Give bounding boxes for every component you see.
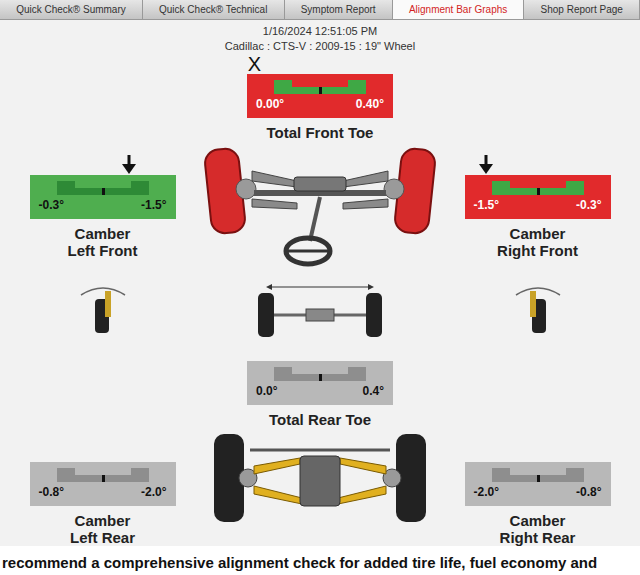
tab[interactable]: Shop Report Page [524,0,640,19]
recommendation-text: recommend a comprehensive alignment chec… [0,546,640,575]
vehicle: Cadillac : CTS-V : 2009-15 : 19" Wheel [0,39,640,54]
max-value: -2.0° [141,485,166,499]
front-toe-gauge: X 0.00° 0.40° Total Front Toe [247,54,393,141]
tab[interactable]: Quick Check® Technical [143,0,285,19]
tolerance-band [274,80,366,94]
vehicle-info: 1/16/2024 12:51:05 PMCadillac : CTS-V : … [0,20,640,54]
tolerance-band [492,468,584,482]
front-suspension-icon [202,141,438,281]
out-of-spec-mark: X [248,54,261,74]
tolerance-band [57,468,149,482]
max-value: -1.5° [141,198,166,212]
gauge-bar: -0.3° -1.5° [30,175,176,219]
gauge-label: Total Rear Toe [269,411,371,428]
max-value: 0.4° [363,384,384,398]
left-rear-camber-gauge: -0.8° -2.0° CamberLeft Rear [30,442,176,546]
left-front-camber-gauge: -0.3° -1.5°CamberLeft Front [30,155,176,259]
rear-toe-axle-icon [250,281,390,341]
gauge-label: CamberRight Front [497,225,578,259]
camber-wheel-icon [73,281,133,337]
min-value: 0.00° [256,97,284,111]
max-value: -0.8° [576,485,601,499]
min-value: -0.8° [39,485,64,499]
tab[interactable]: Quick Check® Summary [0,0,143,19]
alignment-diagram: X0.00°0.40°Total Front Toe-0.3°-1.5°Camb… [0,54,640,546]
tab-bar: Quick Check® SummaryQuick Check® Technic… [0,0,640,20]
gauge-label: CamberLeft Rear [70,512,135,546]
max-value: -0.3° [576,198,601,212]
gauge-label: CamberLeft Front [68,225,138,259]
alignment-page: Quick Check® SummaryQuick Check® Technic… [0,0,640,575]
rear-suspension-icon [210,428,430,528]
tolerance-band [274,367,366,381]
right-front-camber-gauge: -1.5° -0.3° CamberRight Front [465,155,611,259]
gauge-bar: 0.00° 0.40° [247,74,393,118]
timestamp: 1/16/2024 12:51:05 PM [0,24,640,39]
tolerance-band [492,181,584,195]
gauge-bar: -0.8° -2.0° [30,462,176,506]
tolerance-band [57,181,149,195]
reading-arrow-icon [478,155,494,175]
gauge-bar: -1.5° -0.3° [465,175,611,219]
min-value: -2.0° [474,485,499,499]
max-value: 0.40° [356,97,384,111]
rear-toe-gauge: 0.0° 0.4° Total Rear Toe [247,341,393,428]
min-value: -0.3° [39,198,64,212]
reading-arrow-icon [121,155,137,175]
gauge-bar: -2.0° -0.8° [465,462,611,506]
tab[interactable]: Alignment Bar Graphs [393,0,525,19]
min-value: 0.0° [256,384,277,398]
camber-wheel-icon [508,281,568,337]
gauge-label: Total Front Toe [267,124,374,141]
gauge-label: CamberRight Rear [500,512,576,546]
min-value: -1.5° [474,198,499,212]
gauge-bar: 0.0° 0.4° [247,361,393,405]
right-rear-camber-gauge: -2.0° -0.8°CamberRight Rear [465,442,611,546]
tab[interactable]: Symptom Report [285,0,393,19]
